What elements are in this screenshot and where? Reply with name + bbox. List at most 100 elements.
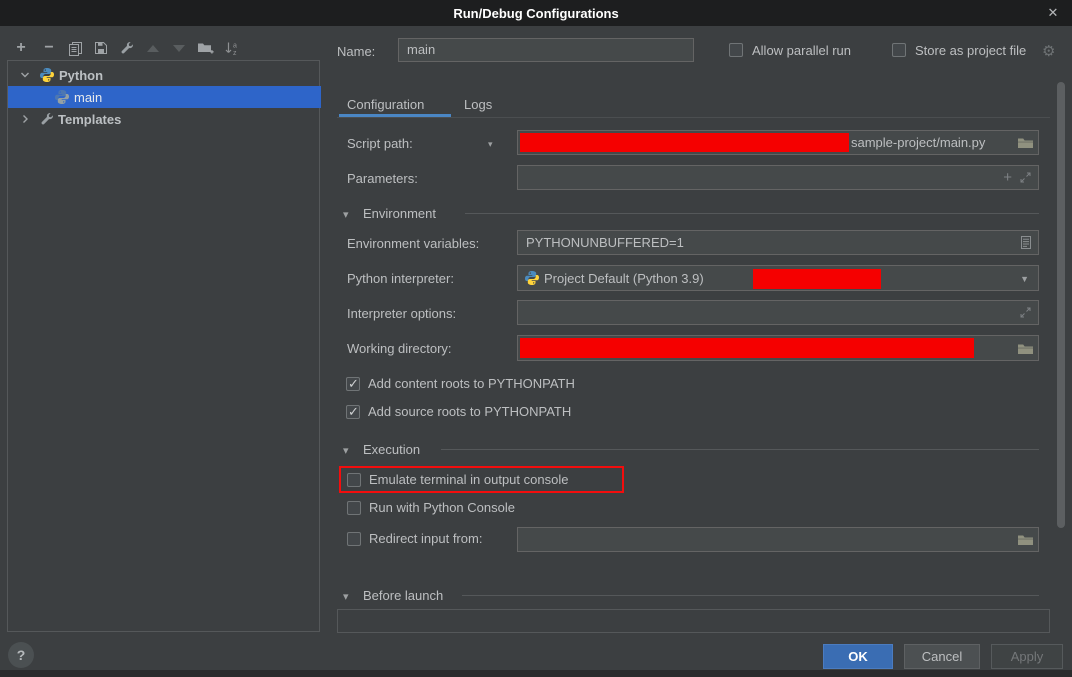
environment-collapse-icon[interactable]: ▾: [343, 208, 349, 221]
section-divider: [465, 213, 1039, 214]
before-launch-task-list[interactable]: [337, 609, 1050, 633]
tab-configuration[interactable]: Configuration: [347, 97, 424, 112]
expand-field-icon[interactable]: [1020, 307, 1031, 318]
copy-configuration-button[interactable]: [66, 39, 84, 57]
script-path-value: sample-project/main.py: [851, 135, 985, 150]
chevron-right-icon[interactable]: [19, 113, 31, 125]
ok-button-label: OK: [848, 649, 868, 664]
active-tab-underline: [339, 114, 451, 117]
browse-folder-icon[interactable]: [1018, 534, 1033, 546]
name-value: main: [407, 42, 435, 57]
tab-separator: [337, 117, 1050, 118]
add-content-roots-checkbox[interactable]: [346, 377, 360, 391]
execution-collapse-icon[interactable]: ▾: [343, 444, 349, 457]
dropdown-arrow-icon[interactable]: ▼: [1020, 274, 1029, 284]
apply-button[interactable]: Apply: [991, 644, 1063, 669]
environment-variables-value: PYTHONUNBUFFERED=1: [526, 235, 684, 250]
run-debug-configurations-dialog: Run/Debug Configurations ✕ + −: [0, 0, 1072, 677]
interpreter-options-input[interactable]: [517, 300, 1039, 325]
add-content-roots-label[interactable]: Add content roots to PYTHONPATH: [368, 376, 575, 391]
emulate-terminal-label[interactable]: Emulate terminal in output console: [369, 472, 568, 487]
dialog-title: Run/Debug Configurations: [453, 6, 618, 21]
parameters-input[interactable]: +: [517, 165, 1039, 190]
name-input[interactable]: main: [398, 38, 694, 62]
vertical-scrollbar[interactable]: [1057, 82, 1065, 528]
before-launch-panel-edge: [337, 632, 1050, 633]
copy-icon: [68, 41, 83, 56]
add-configuration-button[interactable]: +: [12, 39, 30, 57]
interpreter-options-label: Interpreter options:: [347, 306, 456, 321]
before-launch-collapse-icon[interactable]: ▾: [343, 590, 349, 603]
tree-item-label: Templates: [58, 112, 121, 127]
store-as-project-file-checkbox[interactable]: [892, 43, 906, 57]
tree-item-templates[interactable]: Templates: [9, 108, 320, 130]
python-interpreter-value: Project Default (Python 3.9): [544, 271, 704, 286]
cancel-button[interactable]: Cancel: [904, 644, 980, 669]
window-bottom-edge: [0, 670, 1072, 677]
edit-variables-icon[interactable]: [1021, 236, 1031, 249]
script-path-input[interactable]: sample-project/main.py: [517, 130, 1039, 155]
run-with-python-console-label[interactable]: Run with Python Console: [369, 500, 515, 515]
store-as-project-file-label[interactable]: Store as project file: [915, 43, 1026, 58]
plus-icon: +: [16, 40, 25, 56]
add-macro-icon[interactable]: +: [1003, 169, 1012, 186]
name-label: Name:: [337, 44, 375, 59]
before-launch-section-title[interactable]: Before launch: [363, 588, 443, 603]
wrench-icon: [40, 112, 54, 126]
allow-parallel-run-label[interactable]: Allow parallel run: [752, 43, 851, 58]
add-source-roots-label[interactable]: Add source roots to PYTHONPATH: [368, 404, 571, 419]
wrench-icon: [120, 41, 134, 55]
close-icon[interactable]: ✕: [1044, 4, 1062, 22]
new-folder-button[interactable]: [196, 39, 214, 57]
expand-field-icon[interactable]: [1020, 172, 1031, 183]
ok-button[interactable]: OK: [823, 644, 893, 669]
script-path-label: Script path:: [347, 136, 413, 151]
move-up-button[interactable]: [144, 39, 162, 57]
tab-logs[interactable]: Logs: [464, 97, 492, 112]
svg-text:a: a: [233, 42, 237, 49]
new-folder-icon: [197, 41, 214, 55]
redirect-input-file-input[interactable]: [517, 527, 1039, 552]
emulate-terminal-checkbox[interactable]: [347, 473, 361, 487]
run-with-python-console-checkbox[interactable]: [347, 501, 361, 515]
working-directory-input[interactable]: [517, 335, 1039, 361]
parameters-label: Parameters:: [347, 171, 418, 186]
sort-configurations-button[interactable]: a z: [222, 39, 240, 57]
sort-alphabetically-icon: a z: [224, 41, 239, 56]
python-icon: [524, 270, 540, 286]
environment-section-title[interactable]: Environment: [363, 206, 436, 221]
tree-item-main[interactable]: main: [8, 86, 321, 108]
save-icon: [94, 41, 108, 55]
help-icon: ?: [17, 647, 26, 663]
edit-templates-button[interactable]: [118, 39, 136, 57]
script-path-target-dropdown-icon[interactable]: ▾: [488, 139, 493, 150]
redirect-input-checkbox[interactable]: [347, 532, 361, 546]
redirect-input-label[interactable]: Redirect input from:: [369, 531, 482, 546]
chevron-down-icon[interactable]: [19, 69, 31, 81]
add-source-roots-checkbox[interactable]: [346, 405, 360, 419]
tree-item-label: Python: [59, 68, 103, 83]
allow-parallel-run-checkbox[interactable]: [729, 43, 743, 57]
save-configuration-button[interactable]: [92, 39, 110, 57]
remove-configuration-button[interactable]: −: [40, 39, 58, 57]
redaction-block: [753, 269, 881, 289]
tree-item-python[interactable]: Python: [9, 64, 320, 86]
arrow-down-icon: [173, 45, 185, 52]
title-bar: Run/Debug Configurations ✕: [0, 0, 1072, 26]
python-interpreter-dropdown[interactable]: Project Default (Python 3.9) ▼: [517, 265, 1039, 291]
redaction-block: [520, 133, 849, 152]
svg-text:z: z: [233, 50, 237, 56]
environment-variables-input[interactable]: PYTHONUNBUFFERED=1: [517, 230, 1039, 255]
browse-folder-icon[interactable]: [1018, 343, 1033, 355]
browse-folder-icon[interactable]: [1018, 137, 1033, 149]
execution-section-title[interactable]: Execution: [363, 442, 420, 457]
help-button[interactable]: ?: [8, 642, 34, 668]
environment-variables-label: Environment variables:: [347, 236, 479, 251]
configurations-tree: Python main Templates: [7, 60, 320, 632]
arrow-up-icon: [147, 45, 159, 52]
working-directory-label: Working directory:: [347, 341, 452, 356]
gear-icon[interactable]: ⚙: [1042, 42, 1055, 60]
cancel-button-label: Cancel: [922, 649, 962, 664]
move-down-button[interactable]: [170, 39, 188, 57]
section-divider: [441, 449, 1039, 450]
